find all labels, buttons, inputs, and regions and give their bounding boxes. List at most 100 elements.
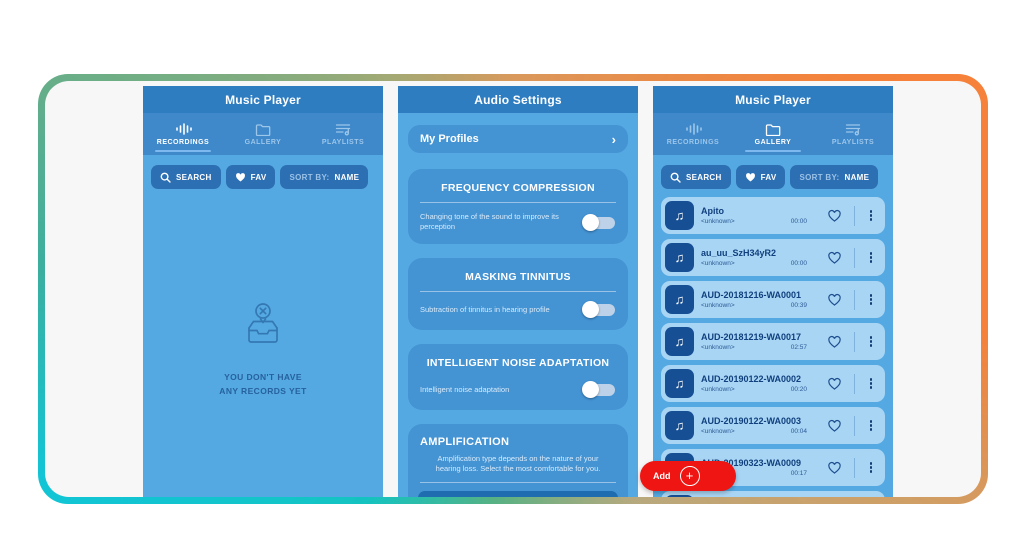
- track-title: AUD-20190122-WA0003: [701, 416, 802, 426]
- favorite-heart-icon[interactable]: [827, 461, 842, 474]
- noise-adaptation-desc: Intelligent noise adaptation: [420, 384, 510, 394]
- more-options-icon[interactable]: [865, 249, 877, 267]
- add-button[interactable]: Add +: [640, 461, 736, 491]
- fav-label: FAV: [250, 172, 267, 182]
- search-label: SEARCH: [686, 172, 722, 182]
- sort-button[interactable]: SORT BY: NAME: [280, 165, 369, 189]
- track-row-partial[interactable]: ♫: [661, 491, 885, 497]
- sort-by-label: SORT BY:: [289, 172, 330, 182]
- music-note-icon: ♫: [665, 411, 694, 440]
- track-text: AUD-20181219-WA0017 <unknown> 02:57: [701, 332, 807, 351]
- tab-gallery[interactable]: GALLERY: [733, 113, 813, 155]
- screens-card: Music Player RECORDINGS GALLERY PLAYLIST…: [45, 81, 981, 497]
- tab-gallery[interactable]: GALLERY: [223, 113, 303, 155]
- tab-recordings[interactable]: RECORDINGS: [653, 113, 733, 155]
- gradient-frame: Music Player RECORDINGS GALLERY PLAYLIST…: [38, 74, 988, 504]
- frequency-compression-section: FREQUENCY COMPRESSION Changing tone of t…: [408, 169, 628, 245]
- empty-line2: ANY RECORDS YET: [219, 385, 307, 396]
- music-note-icon: ♫: [665, 495, 694, 497]
- track-title: AUD-20181219-WA0017: [701, 332, 802, 342]
- track-text: AUD-20190122-WA0002 <unknown> 00:20: [701, 374, 807, 393]
- divider: [854, 247, 855, 268]
- amplification-dectone-button[interactable]: DECTONE: [418, 490, 618, 497]
- more-options-icon[interactable]: [865, 417, 877, 435]
- track-row[interactable]: ♫ AUD-20181216-WA0001 <unknown> 00:39: [661, 281, 885, 318]
- track-text: au_uu_SzH34yR2 <unknown> 00:00: [701, 248, 807, 267]
- playlist-icon: [335, 124, 351, 136]
- fav-filter-button[interactable]: FAV: [735, 165, 786, 189]
- track-duration: 00:39: [790, 302, 807, 309]
- toolbar: SEARCH FAV SORT BY: NAME: [143, 155, 383, 197]
- page-title: Music Player: [653, 86, 893, 113]
- favorite-heart-icon[interactable]: [827, 419, 842, 432]
- track-title: AUD-20181216-WA0001: [701, 290, 802, 300]
- track-row[interactable]: ♫ AUD-20181219-WA0017 <unknown> 02:57: [661, 323, 885, 360]
- page-title: Music Player: [143, 86, 383, 113]
- frequency-compression-toggle[interactable]: [582, 213, 616, 231]
- track-row[interactable]: ♫ au_uu_SzH34yR2 <unknown> 00:00: [661, 239, 885, 276]
- divider: [854, 205, 855, 226]
- toolbar: SEARCH FAV SORT BY: NAME: [653, 155, 893, 197]
- track-artist: <unknown>: [701, 260, 735, 267]
- masking-tinnitus-title: MASKING TINNITUS: [465, 271, 571, 284]
- divider: [420, 481, 616, 483]
- amplification-desc: Amplification type depends on the nature…: [435, 454, 601, 474]
- more-options-icon[interactable]: [865, 459, 877, 477]
- screen-recordings: Music Player RECORDINGS GALLERY PLAYLIST…: [143, 86, 383, 497]
- search-button[interactable]: SEARCH: [661, 165, 731, 189]
- favorite-heart-icon[interactable]: [827, 251, 842, 264]
- divider: [854, 457, 855, 478]
- frequency-compression-desc: Changing tone of the sound to improve it…: [420, 212, 559, 232]
- tab-recordings-label: RECORDINGS: [156, 139, 210, 146]
- masking-tinnitus-toggle[interactable]: [582, 301, 616, 319]
- favorite-heart-icon[interactable]: [827, 209, 842, 222]
- app-title: Music Player: [735, 92, 811, 107]
- empty-state: YOU DON'T HAVE ANY RECORDS YET: [143, 301, 383, 398]
- more-options-icon[interactable]: [865, 291, 877, 309]
- waveform-icon: [175, 123, 192, 135]
- search-icon: [160, 172, 171, 183]
- music-note-icon: ♫: [665, 243, 694, 272]
- tab-bar: RECORDINGS GALLERY PLAYLISTS: [143, 113, 383, 155]
- sort-button[interactable]: SORT BY: NAME: [790, 165, 879, 189]
- track-text: AUD-20190122-WA0003 <unknown> 00:04: [701, 416, 807, 435]
- amplification-section: AMPLIFICATION Amplification type depends…: [408, 424, 628, 497]
- track-artist: <unknown>: [701, 428, 735, 435]
- tab-recordings[interactable]: RECORDINGS: [143, 113, 223, 155]
- fav-filter-button[interactable]: FAV: [225, 165, 276, 189]
- more-options-icon[interactable]: [865, 333, 877, 351]
- amplification-title: AMPLIFICATION: [420, 436, 510, 449]
- music-note-icon: ♫: [665, 201, 694, 230]
- more-options-icon[interactable]: [865, 375, 877, 393]
- heart-icon: [745, 173, 755, 182]
- search-label: SEARCH: [176, 172, 212, 182]
- chevron-right-icon: ›: [611, 131, 616, 147]
- favorite-heart-icon[interactable]: [827, 335, 842, 348]
- tab-playlists[interactable]: PLAYLISTS: [303, 113, 383, 155]
- divider: [420, 291, 616, 293]
- my-profiles-button[interactable]: My Profiles ›: [408, 125, 628, 153]
- sort-value: NAME: [844, 172, 870, 182]
- divider: [854, 331, 855, 352]
- waveform-icon: [685, 123, 702, 135]
- sort-by-label: SORT BY:: [799, 172, 840, 182]
- favorite-heart-icon[interactable]: [827, 377, 842, 390]
- masking-tinnitus-desc: Subtraction of tinnitus in hearing profi…: [420, 304, 550, 314]
- track-row[interactable]: ♫ AUD-20190122-WA0002 <unknown> 00:20: [661, 365, 885, 402]
- track-row[interactable]: ♫ AUD-20190122-WA0003 <unknown> 00:04: [661, 407, 885, 444]
- track-row[interactable]: ♫ Apito <unknown> 00:00: [661, 197, 885, 234]
- noise-adaptation-toggle[interactable]: [582, 381, 616, 399]
- track-duration: 00:20: [790, 386, 807, 393]
- track-title: au_uu_SzH34yR2: [701, 248, 777, 258]
- my-profiles-label: My Profiles: [420, 133, 479, 145]
- fav-label: FAV: [760, 172, 777, 182]
- heart-icon: [235, 173, 245, 182]
- track-text: Apito <unknown> 00:00: [701, 206, 807, 225]
- divider: [854, 373, 855, 394]
- more-options-icon[interactable]: [865, 207, 877, 225]
- track-artist: <unknown>: [701, 218, 735, 225]
- tab-playlists[interactable]: PLAYLISTS: [813, 113, 893, 155]
- favorite-heart-icon[interactable]: [827, 293, 842, 306]
- search-button[interactable]: SEARCH: [151, 165, 221, 189]
- music-note-icon: ♫: [665, 369, 694, 398]
